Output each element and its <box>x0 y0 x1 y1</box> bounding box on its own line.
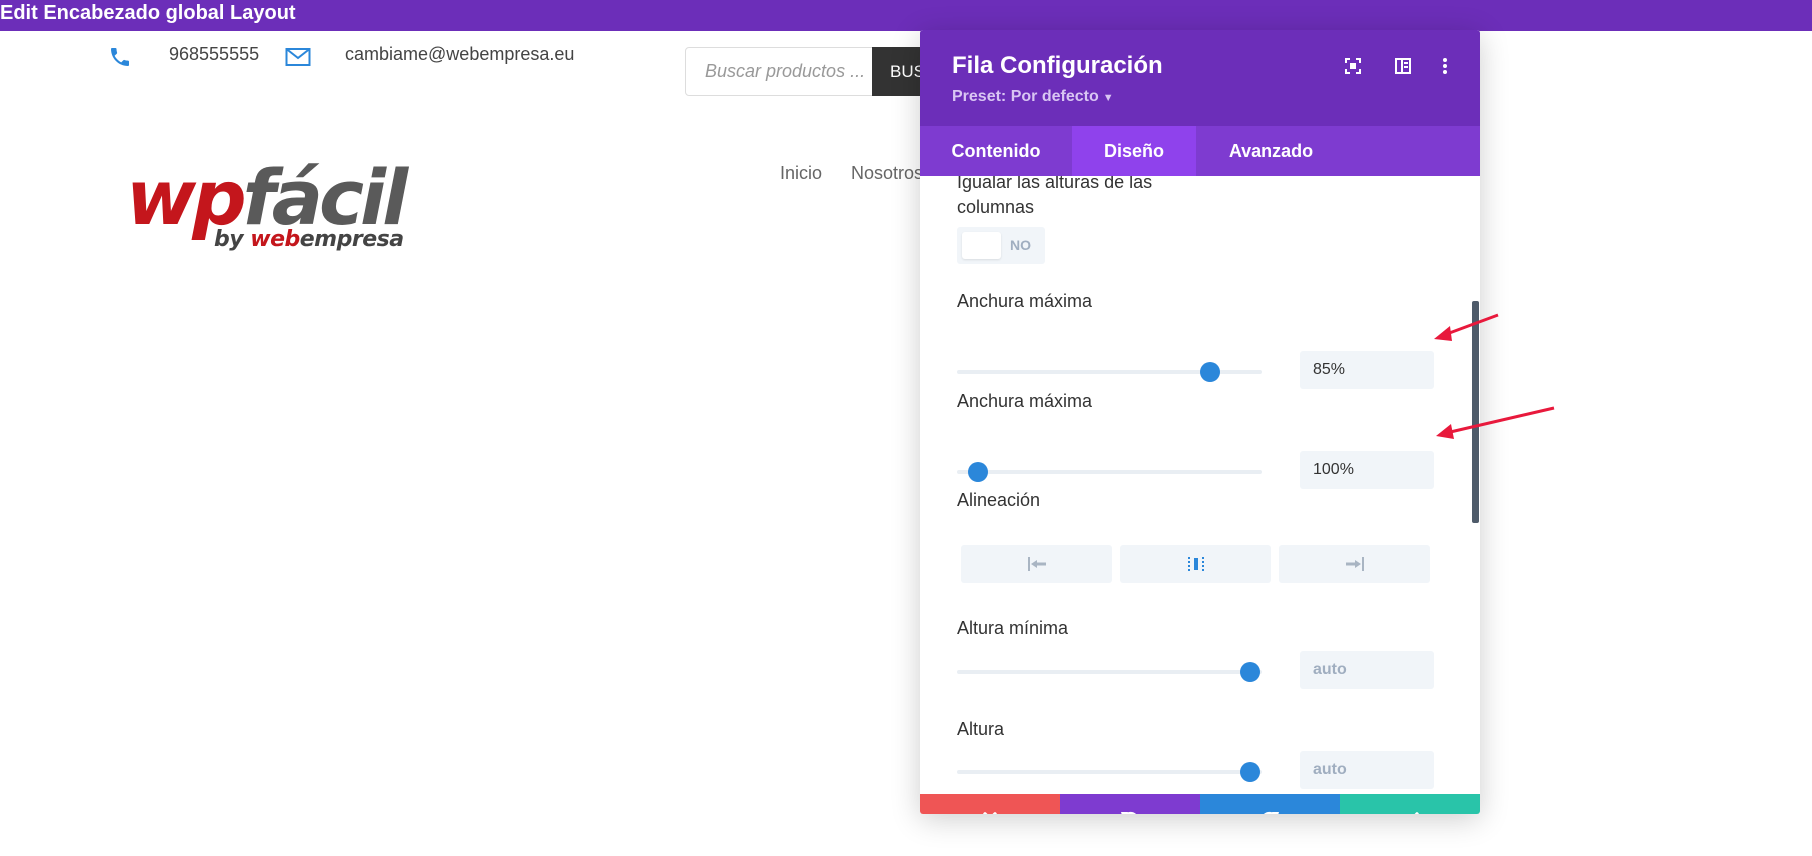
annotation-arrow-icon <box>1434 313 1499 341</box>
redo-icon <box>1263 811 1279 814</box>
caret-down-icon: ▼ <box>1102 92 1114 104</box>
check-icon <box>1414 812 1419 814</box>
tab-contenido[interactable]: Contenido <box>920 126 1072 176</box>
split-view-icon[interactable] <box>1393 56 1413 76</box>
equal-heights-label-line2: columnas <box>957 197 1035 217</box>
slider-thumb[interactable] <box>968 462 989 482</box>
align-left-icon <box>1027 557 1046 571</box>
tab-avanzado[interactable]: Avanzado <box>1196 126 1346 176</box>
builder-top-bar: Edit Encabezado global Layout <box>0 0 1812 31</box>
slider-thumb[interactable] <box>1200 362 1221 382</box>
contact-phone[interactable]: 968555555 <box>169 44 259 65</box>
redo-button[interactable] <box>1200 794 1340 814</box>
max-width-slider[interactable] <box>957 362 1262 382</box>
max-width-label: Anchura máxima <box>957 291 1093 311</box>
slider-thumb[interactable] <box>1239 762 1260 782</box>
equal-heights-label: Igualar las alturas de las <box>957 176 1153 192</box>
envelope-icon <box>285 48 311 66</box>
alignment-label: Alineación <box>957 490 1041 510</box>
close-icon <box>983 812 997 814</box>
discard-button[interactable] <box>920 794 1060 814</box>
modal-tabs: Contenido Diseño Avanzado <box>920 126 1480 176</box>
modal-title: Fila Configuración <box>952 52 1163 79</box>
nav-item-inicio[interactable]: Inicio <box>780 163 822 184</box>
modal-body[interactable]: Igualar las alturas de las columnas NO A… <box>920 176 1480 794</box>
max-width-input[interactable]: 85% <box>1300 351 1434 389</box>
undo-button[interactable] <box>1060 794 1200 814</box>
align-center-button[interactable] <box>1120 545 1271 583</box>
min-height-label: Altura mínima <box>957 618 1069 638</box>
contact-email[interactable]: cambiame@webempresa.eu <box>345 44 574 65</box>
toggle-knob <box>962 232 1001 259</box>
row-settings-modal: Fila Configuración Preset: Por defecto ▼ … <box>920 30 1480 814</box>
more-options-icon[interactable] <box>1435 56 1455 76</box>
height-slider[interactable] <box>957 762 1262 782</box>
min-height-slider[interactable] <box>957 662 1262 682</box>
annotation-arrow-icon <box>1436 406 1555 439</box>
slider-thumb[interactable] <box>1239 662 1260 682</box>
search-input[interactable]: Buscar productos ... <box>685 47 875 96</box>
max-width-label-2: Anchura máxima <box>957 391 1093 411</box>
modal-header: Fila Configuración Preset: Por defecto ▼ <box>920 30 1480 126</box>
preset-selector[interactable]: Preset: Por defecto ▼ <box>952 88 1114 106</box>
site-logo[interactable]: wpfácil by webempresa <box>126 155 411 260</box>
fullscreen-icon[interactable] <box>1343 56 1363 76</box>
phone-icon <box>111 48 129 66</box>
layout-title: Edit Encabezado global Layout <box>0 2 296 24</box>
max-width-input-2[interactable]: 100% <box>1300 451 1434 489</box>
height-label: Altura <box>957 719 1005 739</box>
max-width-slider-2[interactable] <box>957 462 1262 482</box>
toggle-state: NO <box>1010 237 1031 253</box>
tab-diseno[interactable]: Diseño <box>1072 126 1196 176</box>
undo-icon <box>1121 811 1137 814</box>
nav-item-nosotros[interactable]: Nosotros <box>851 163 923 184</box>
align-left-button[interactable] <box>961 545 1112 583</box>
align-right-button[interactable] <box>1279 545 1430 583</box>
align-right-icon <box>1345 557 1364 571</box>
height-input[interactable]: auto <box>1300 751 1434 789</box>
logo-tagline: by webempresa <box>214 227 404 252</box>
min-height-input[interactable]: auto <box>1300 651 1434 689</box>
equal-heights-toggle[interactable]: NO <box>957 227 1045 264</box>
align-center-icon <box>1187 557 1204 571</box>
save-button[interactable] <box>1340 794 1480 814</box>
